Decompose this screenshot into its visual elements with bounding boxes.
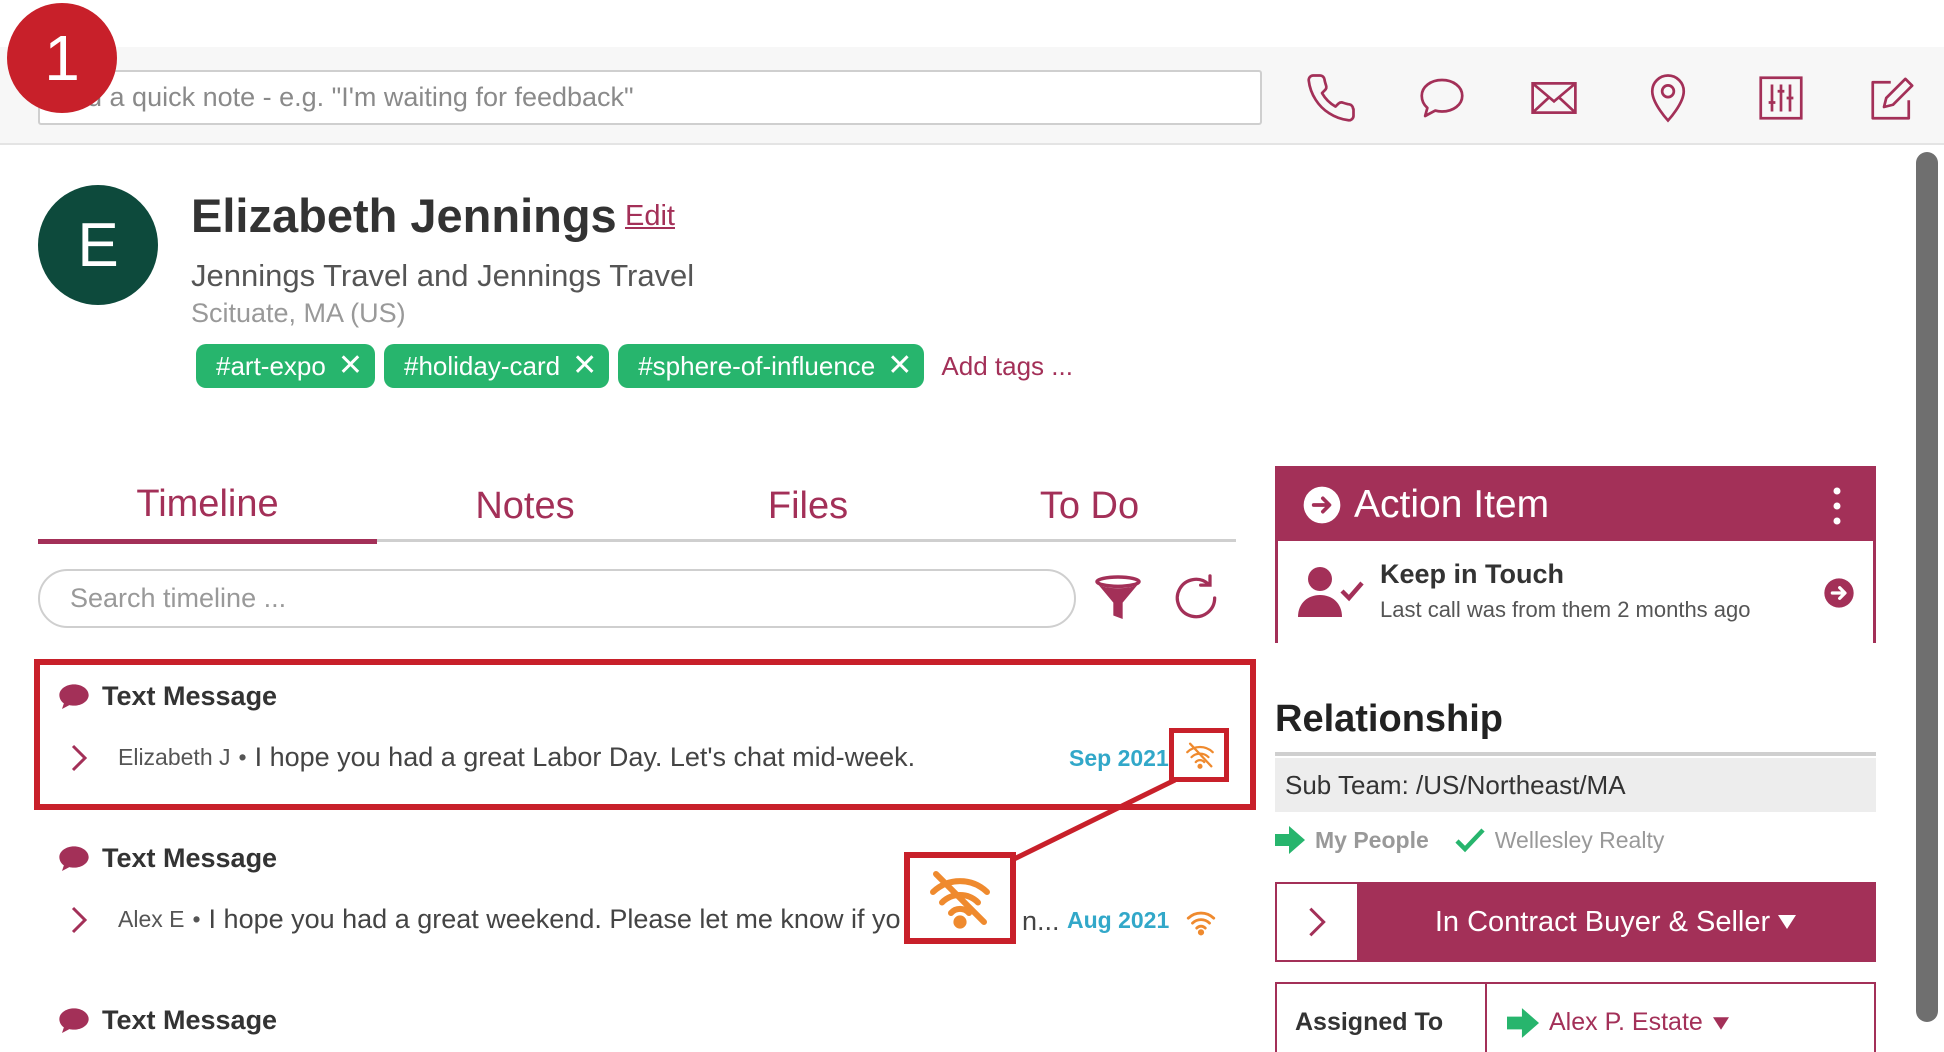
- tag-label: #holiday-card: [403, 350, 561, 381]
- tab-notes[interactable]: Notes: [377, 470, 673, 542]
- action-item-header: Action Item: [1278, 469, 1873, 541]
- entry-message: I hope you had a great weekend. Please l…: [208, 904, 901, 934]
- tag-list: #art-expo ✕ #holiday-card ✕ #sphere-of-i…: [196, 344, 1073, 388]
- assigned-to-value: Alex P. Estate: [1549, 1008, 1703, 1036]
- avatar: E: [38, 185, 158, 305]
- caret-down-icon: [1712, 1017, 1729, 1030]
- phone-icon[interactable]: [1302, 69, 1360, 127]
- arrow-right-icon: [1275, 826, 1305, 854]
- refresh-icon[interactable]: [1168, 570, 1224, 626]
- people-row: My People Wellesley Realty: [1275, 826, 1664, 854]
- add-tags-link[interactable]: Add tags ...: [941, 351, 1073, 382]
- entry-separator: •: [192, 906, 201, 932]
- page-scrollbar[interactable]: [1916, 152, 1938, 1022]
- arrow-right-icon: [1507, 1008, 1539, 1038]
- chevron-right-icon[interactable]: [68, 905, 90, 935]
- timeline-entry-title: Text Message: [58, 1005, 277, 1036]
- action-item-card: Action Item Keep in Touch Last call was …: [1275, 466, 1876, 643]
- entry-sender: Alex E: [118, 906, 185, 932]
- sub-team: Sub Team: /US/Northeast/MA: [1275, 758, 1876, 812]
- company-name: Wellesley Realty: [1494, 826, 1665, 853]
- map-pin-icon[interactable]: [1639, 69, 1697, 127]
- search-timeline-input[interactable]: [38, 569, 1076, 628]
- speech-bubble-icon: [59, 1007, 89, 1033]
- entry-message-tail: n...: [1022, 906, 1060, 936]
- tag-chip: #art-expo ✕: [196, 344, 375, 388]
- action-item-main: Keep in Touch: [1380, 559, 1565, 589]
- assigned-to-label: Assigned To: [1277, 984, 1487, 1052]
- user-check-icon: [1298, 567, 1364, 617]
- entry-type: Text Message: [102, 1005, 278, 1035]
- contact-location: Scituate, MA (US): [191, 298, 406, 328]
- assigned-to-row: Assigned To Alex P. Estate: [1275, 982, 1876, 1052]
- stage-selector: In Contract Buyer & Seller: [1275, 882, 1876, 962]
- remove-tag-icon[interactable]: ✕: [887, 351, 912, 381]
- tab-timeline[interactable]: Timeline: [38, 470, 377, 544]
- envelope-icon[interactable]: [1525, 69, 1583, 127]
- remove-tag-icon[interactable]: ✕: [338, 351, 363, 381]
- arrow-circle-icon: [1303, 486, 1341, 524]
- quick-note-input[interactable]: [38, 70, 1262, 125]
- eye-slash-wifi-icon: [930, 871, 990, 929]
- action-item-title: Action Item: [1354, 483, 1550, 526]
- step-number-badge: 1: [7, 3, 117, 113]
- stage-expand-button[interactable]: [1277, 884, 1357, 960]
- timeline-entry-title: Text Message: [58, 843, 277, 874]
- icon-highlight-box: [1169, 728, 1229, 782]
- zoomed-icon-callout: [904, 852, 1016, 944]
- chevron-right-icon: [1309, 907, 1326, 937]
- checkmark-icon: [1455, 828, 1485, 853]
- edit-link[interactable]: Edit: [625, 200, 675, 233]
- stage-dropdown[interactable]: In Contract Buyer & Seller: [1357, 884, 1874, 960]
- contact-name: Elizabeth Jennings: [191, 189, 617, 242]
- tag-chip: #holiday-card ✕: [383, 344, 610, 388]
- stage-label: In Contract Buyer & Seller: [1434, 905, 1771, 938]
- contact-company: Jennings Travel and Jennings Travel: [191, 258, 695, 293]
- speech-bubble-icon: [59, 845, 89, 871]
- assigned-to-dropdown[interactable]: Alex P. Estate: [1487, 984, 1874, 1052]
- tab-files[interactable]: Files: [673, 470, 943, 542]
- more-options-icon[interactable]: [1833, 487, 1841, 525]
- arrow-circle-icon[interactable]: [1823, 577, 1855, 609]
- my-people-link[interactable]: My People: [1315, 827, 1429, 854]
- tag-label: #art-expo: [216, 350, 326, 381]
- entry-type: Text Message: [102, 843, 278, 873]
- edit-note-icon[interactable]: [1864, 69, 1922, 127]
- remove-tag-icon[interactable]: ✕: [572, 351, 597, 381]
- wifi-icon[interactable]: [1184, 904, 1218, 938]
- timeline-entry-row[interactable]: Alex E • I hope you had a great weekend.…: [68, 904, 900, 935]
- highlight-box: [34, 659, 1256, 810]
- tag-label: #sphere-of-influence: [638, 350, 876, 381]
- tab-to-do[interactable]: To Do: [943, 470, 1236, 542]
- sliders-icon[interactable]: [1752, 69, 1810, 127]
- divider: [1275, 752, 1876, 756]
- entry-date: Aug 2021: [1067, 907, 1170, 933]
- filter-icon[interactable]: [1090, 570, 1146, 626]
- tag-chip: #sphere-of-influence ✕: [618, 344, 925, 388]
- relationship-title: Relationship: [1275, 698, 1504, 740]
- quick-note-bar: [0, 47, 1944, 145]
- chat-bubble-icon[interactable]: [1413, 69, 1471, 127]
- action-item-sub: Last call was from them 2 months ago: [1380, 597, 1751, 622]
- caret-down-icon: [1778, 915, 1797, 929]
- action-item-body[interactable]: Keep in Touch Last call was from them 2 …: [1278, 541, 1873, 643]
- tab-bar: Timeline Notes Files To Do: [38, 470, 1236, 544]
